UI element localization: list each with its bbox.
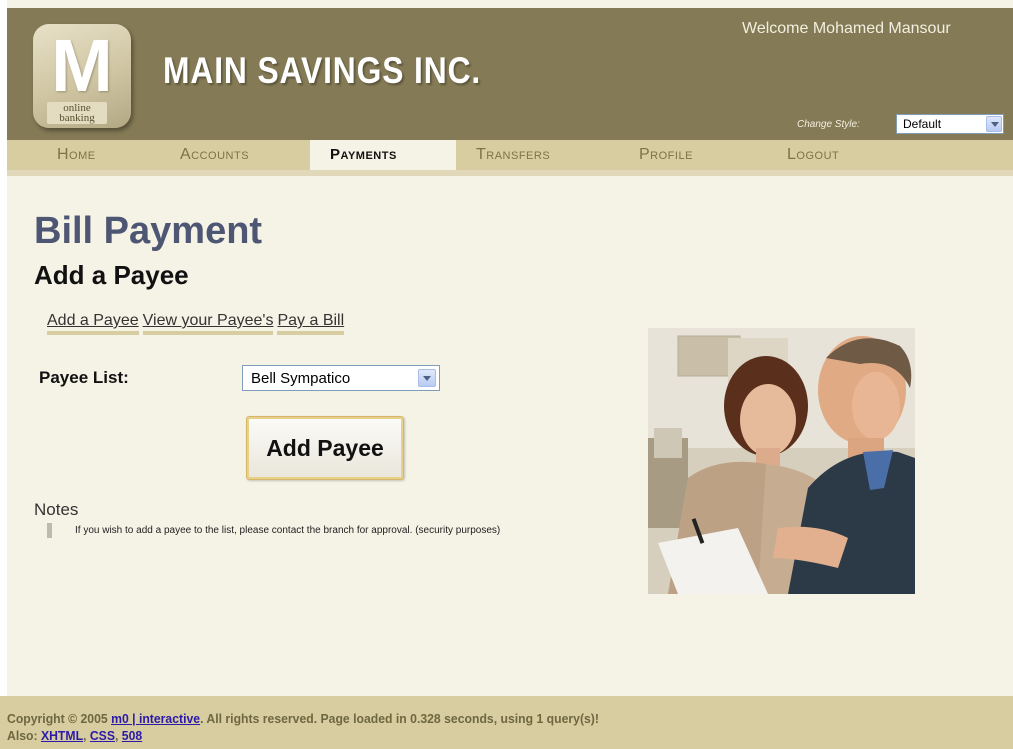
left-margin xyxy=(0,0,7,749)
main-nav: Home Accounts Payments Transfers Profile… xyxy=(7,140,1013,170)
css-link[interactable]: CSS xyxy=(90,728,115,743)
online-banking-logo[interactable]: M online banking xyxy=(33,24,131,128)
brand-name: MAIN SAVINGS INC. xyxy=(163,50,482,91)
nav-home[interactable]: Home xyxy=(57,140,96,170)
nav-transfers[interactable]: Transfers xyxy=(476,140,550,170)
xhtml-link[interactable]: XHTML xyxy=(41,728,83,743)
site-header: M online banking MAIN SAVINGS INC. Welco… xyxy=(7,8,1013,140)
site-footer: Copyright © 2005 m0 | interactive. All r… xyxy=(0,696,1013,749)
payee-list-label: Payee List: xyxy=(39,368,129,387)
notes-heading: Notes xyxy=(34,500,79,519)
logo-letter: M xyxy=(51,24,113,107)
508-link[interactable]: 508 xyxy=(122,728,142,743)
welcome-message: Welcome Mohamed Mansour xyxy=(742,20,951,37)
chevron-down-icon[interactable] xyxy=(418,369,436,387)
nav-accounts[interactable]: Accounts xyxy=(180,140,249,170)
footer-text: Copyright © 2005 m0 | interactive. All r… xyxy=(7,711,599,743)
add-payee-button[interactable]: Add Payee xyxy=(246,416,404,480)
company-link[interactable]: m0 | interactive xyxy=(111,711,200,726)
main-content: Bill Payment Add a Payee Add a Payee View… xyxy=(7,176,1013,696)
copyright-prefix: Copyright © 2005 xyxy=(7,711,112,726)
nav-payments[interactable]: Payments xyxy=(310,140,456,170)
also-label: Also: xyxy=(7,728,41,743)
style-select[interactable]: Default xyxy=(896,114,1004,134)
sub-navigation: Add a Payee View your Payee's Pay a Bill xyxy=(47,312,348,335)
link-pay-bill[interactable]: Pay a Bill xyxy=(277,312,345,335)
link-add-payee[interactable]: Add a Payee xyxy=(47,312,139,335)
payee-select-value: Bell Sympatico xyxy=(251,370,351,387)
page-subtitle: Add a Payee xyxy=(34,260,189,290)
chevron-down-icon[interactable] xyxy=(986,116,1002,132)
nav-profile[interactable]: Profile xyxy=(639,140,693,170)
payee-list-select[interactable]: Bell Sympatico xyxy=(242,365,440,391)
nav-logout[interactable]: Logout xyxy=(787,140,839,170)
couple-reviewing-bill-photo xyxy=(648,328,915,594)
link-view-payees[interactable]: View your Payee's xyxy=(142,312,274,335)
style-select-value: Default xyxy=(903,117,942,131)
logo-subtitle: online banking xyxy=(47,102,107,124)
page-title: Bill Payment xyxy=(34,210,263,252)
copyright-suffix: . All rights reserved. Page loaded in 0.… xyxy=(200,711,599,726)
change-style-label: Change Style: xyxy=(797,119,860,130)
notes-text: If you wish to add a payee to the list, … xyxy=(47,523,645,538)
